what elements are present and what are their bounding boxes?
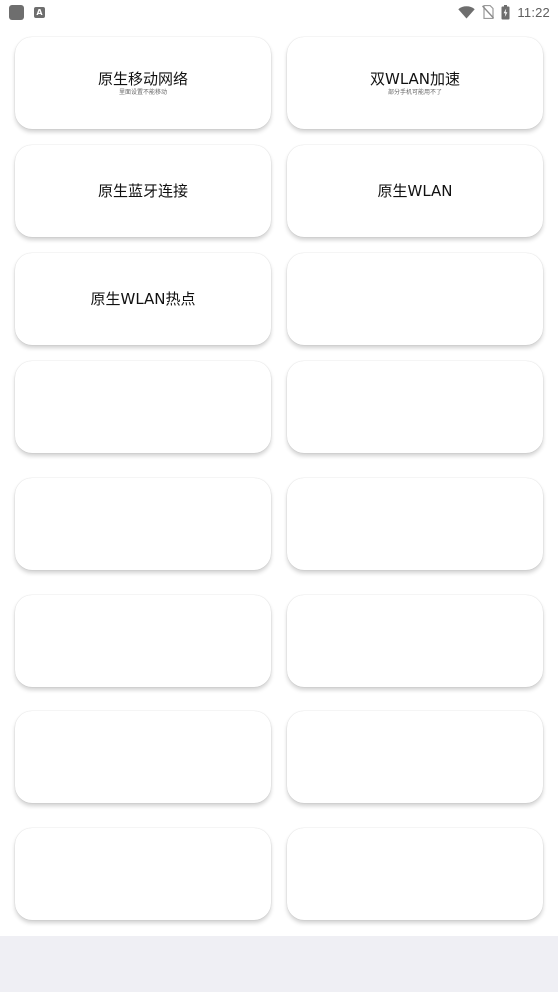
card-dual-wlan[interactable]: 双WLAN加速 部分手机可能用不了 [287,37,543,129]
card-empty-15[interactable] [15,828,271,920]
card-bluetooth[interactable]: 原生蓝牙连接 [15,145,271,237]
card-empty-10[interactable] [287,478,543,570]
card-title: 原生WLAN [377,182,453,200]
tile-grid: 原生移动网络 里面设置不能移动 双WLAN加速 部分手机可能用不了 原生蓝牙连接… [0,0,558,936]
card-empty-7[interactable] [15,361,271,453]
card-wlan[interactable]: 原生WLAN [287,145,543,237]
card-empty-9[interactable] [15,478,271,570]
card-empty-8[interactable] [287,361,543,453]
card-empty-13[interactable] [15,711,271,803]
card-subtitle: 部分手机可能用不了 [387,88,442,96]
card-empty-6[interactable] [287,253,543,345]
card-title: 原生WLAN热点 [90,290,196,308]
bottom-area [0,936,558,992]
card-empty-16[interactable] [287,828,543,920]
card-empty-11[interactable] [15,595,271,687]
card-subtitle: 里面设置不能移动 [118,88,167,96]
card-title: 双WLAN加速 [369,69,460,88]
card-empty-12[interactable] [287,595,543,687]
card-wlan-hotspot[interactable]: 原生WLAN热点 [15,253,271,345]
card-title: 原生移动网络 [97,69,188,88]
card-title: 原生蓝牙连接 [97,182,188,200]
card-empty-14[interactable] [287,711,543,803]
card-mobile-network[interactable]: 原生移动网络 里面设置不能移动 [15,37,271,129]
